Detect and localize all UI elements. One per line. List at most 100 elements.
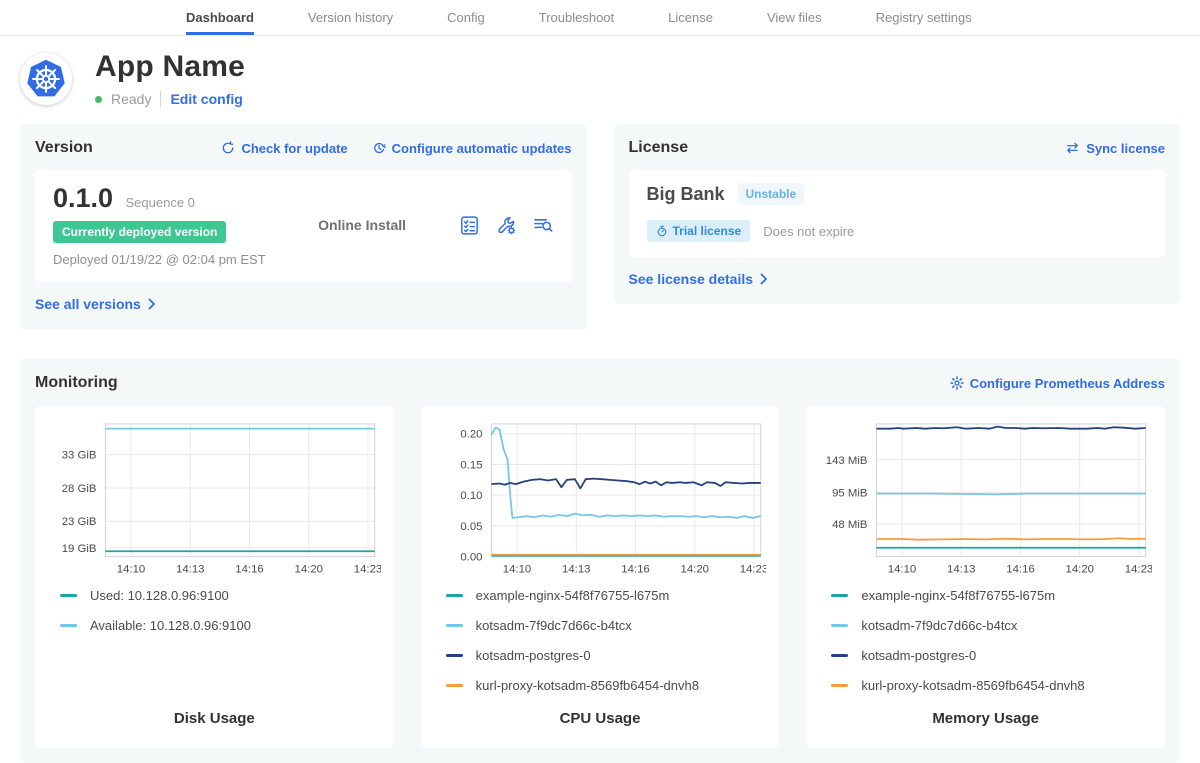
memory-usage-legend: example-nginx-54f8f76755-l675m kotsadm-7f…: [831, 588, 1152, 693]
license-expiry: Does not expire: [763, 224, 854, 239]
license-panel: License Sync license Big Bank Unstable: [614, 124, 1181, 304]
memory-usage-chart: 143 MiB95 MiB48 MiB14:1014:1314:1614:201…: [819, 417, 1152, 579]
refresh-icon: [221, 141, 235, 155]
version-panel: Version Check for update: [20, 124, 587, 329]
monitoring-panel: Monitoring Configure Prometheus Address …: [20, 359, 1180, 763]
trial-license-label: Trial license: [673, 224, 742, 238]
see-license-details-label: See license details: [629, 271, 754, 287]
preflight-checks-button[interactable]: [459, 215, 480, 236]
license-card: Big Bank Unstable Trial license Do: [629, 170, 1166, 257]
version-heading: Version: [35, 139, 93, 157]
legend-dash: [446, 594, 463, 597]
license-name: Big Bank: [647, 184, 725, 205]
legend-label: kurl-proxy-kotsadm-8569fb6454-dnvh8: [476, 678, 699, 693]
chevron-right-icon: [760, 273, 768, 285]
disk-usage-chart: 33 GiB28 GiB23 GiB19 GiB14:1014:1314:161…: [48, 417, 381, 579]
svg-text:14:23: 14:23: [739, 563, 766, 575]
svg-text:14:23: 14:23: [354, 563, 381, 575]
svg-text:14:10: 14:10: [117, 563, 145, 575]
svg-text:0.00: 0.00: [460, 552, 482, 564]
edit-config-button[interactable]: [496, 215, 517, 236]
svg-text:14:20: 14:20: [295, 563, 323, 575]
license-heading: License: [629, 139, 689, 157]
chart-title: Disk Usage: [48, 710, 381, 737]
legend-label: example-nginx-54f8f76755-l675m: [476, 588, 670, 603]
check-for-update-link[interactable]: Check for update: [221, 141, 347, 156]
svg-text:14:10: 14:10: [888, 563, 916, 575]
configure-automatic-updates-link[interactable]: Configure automatic updates: [372, 141, 572, 156]
edit-config-link[interactable]: Edit config: [170, 91, 242, 107]
legend-label: kotsadm-7f9dc7d66c-b4tcx: [861, 618, 1017, 633]
checklist-icon: [459, 215, 480, 236]
legend-label: kotsadm-7f9dc7d66c-b4tcx: [476, 618, 632, 633]
chevron-right-icon: [148, 298, 156, 310]
svg-text:0.10: 0.10: [460, 490, 482, 502]
svg-text:19 GiB: 19 GiB: [62, 543, 97, 555]
legend-label: kurl-proxy-kotsadm-8569fb6454-dnvh8: [861, 678, 1084, 693]
legend-label: kotsadm-postgres-0: [476, 648, 591, 663]
legend-item: kotsadm-7f9dc7d66c-b4tcx: [446, 618, 767, 633]
wrench-gear-icon: [496, 215, 517, 236]
monitoring-heading: Monitoring: [35, 374, 118, 392]
legend-dash: [831, 624, 848, 627]
memory-usage-card: 143 MiB95 MiB48 MiB14:1014:1314:1614:201…: [806, 406, 1165, 748]
version-sequence: Sequence 0: [126, 195, 195, 210]
chart-title: Memory Usage: [819, 710, 1152, 737]
svg-text:48 MiB: 48 MiB: [832, 519, 867, 531]
legend-item: kurl-proxy-kotsadm-8569fb6454-dnvh8: [831, 678, 1152, 693]
legend-dash: [446, 684, 463, 687]
view-diff-button[interactable]: [533, 215, 554, 236]
app-status: Ready: [111, 91, 151, 107]
chart-title: CPU Usage: [434, 710, 767, 737]
file-search-icon: [533, 215, 554, 236]
stopwatch-icon: [656, 225, 668, 237]
svg-text:143 MiB: 143 MiB: [826, 455, 868, 467]
cpu-usage-card: 0.200.150.100.050.0014:1014:1314:1614:20…: [421, 406, 780, 748]
legend-item: kotsadm-7f9dc7d66c-b4tcx: [831, 618, 1152, 633]
svg-text:14:13: 14:13: [176, 563, 204, 575]
see-all-versions-label: See all versions: [35, 296, 141, 312]
deployed-badge: Currently deployed version: [53, 221, 226, 243]
tab-view-files[interactable]: View files: [767, 0, 822, 35]
schedule-update-icon: [372, 141, 386, 155]
legend-dash: [831, 594, 848, 597]
tab-version-history[interactable]: Version history: [308, 0, 393, 35]
svg-text:14:20: 14:20: [680, 563, 708, 575]
legend-item: Available: 10.128.0.96:9100: [60, 618, 381, 633]
legend-item: example-nginx-54f8f76755-l675m: [446, 588, 767, 603]
sync-license-label: Sync license: [1086, 141, 1165, 156]
sync-icon: [1065, 141, 1080, 155]
legend-label: Available: 10.128.0.96:9100: [90, 618, 251, 633]
see-all-versions-link[interactable]: See all versions: [35, 296, 156, 312]
page-title: App Name: [95, 50, 245, 84]
legend-dash: [831, 684, 848, 687]
cpu-usage-legend: example-nginx-54f8f76755-l675m kotsadm-7f…: [446, 588, 767, 693]
deployed-timestamp: Deployed 01/19/22 @ 02:04 pm EST: [53, 252, 266, 267]
tab-troubleshoot[interactable]: Troubleshoot: [539, 0, 614, 35]
version-number: 0.1.0: [53, 183, 113, 213]
legend-item: example-nginx-54f8f76755-l675m: [831, 588, 1152, 603]
configure-automatic-updates-label: Configure automatic updates: [392, 141, 572, 156]
svg-text:0.05: 0.05: [460, 521, 482, 533]
svg-text:14:16: 14:16: [1007, 563, 1035, 575]
legend-item: kurl-proxy-kotsadm-8569fb6454-dnvh8: [446, 678, 767, 693]
svg-text:0.15: 0.15: [460, 459, 482, 471]
legend-label: example-nginx-54f8f76755-l675m: [861, 588, 1055, 603]
see-license-details-link[interactable]: See license details: [629, 271, 769, 287]
legend-dash: [60, 594, 77, 597]
configure-prometheus-label: Configure Prometheus Address: [970, 376, 1165, 391]
tab-dashboard[interactable]: Dashboard: [186, 0, 254, 35]
app-header: App Name Ready Edit config: [0, 36, 1200, 117]
svg-text:14:20: 14:20: [1066, 563, 1094, 575]
sync-license-link[interactable]: Sync license: [1065, 141, 1165, 156]
tab-registry-settings[interactable]: Registry settings: [876, 0, 972, 35]
tab-license[interactable]: License: [668, 0, 713, 35]
configure-prometheus-link[interactable]: Configure Prometheus Address: [950, 376, 1165, 391]
svg-text:14:16: 14:16: [621, 563, 649, 575]
legend-dash: [60, 624, 77, 627]
cpu-usage-chart: 0.200.150.100.050.0014:1014:1314:1614:20…: [434, 417, 767, 579]
svg-text:28 GiB: 28 GiB: [62, 483, 97, 495]
channel-badge: Unstable: [738, 183, 805, 205]
tab-config[interactable]: Config: [447, 0, 485, 35]
trial-license-badge: Trial license: [647, 220, 751, 242]
